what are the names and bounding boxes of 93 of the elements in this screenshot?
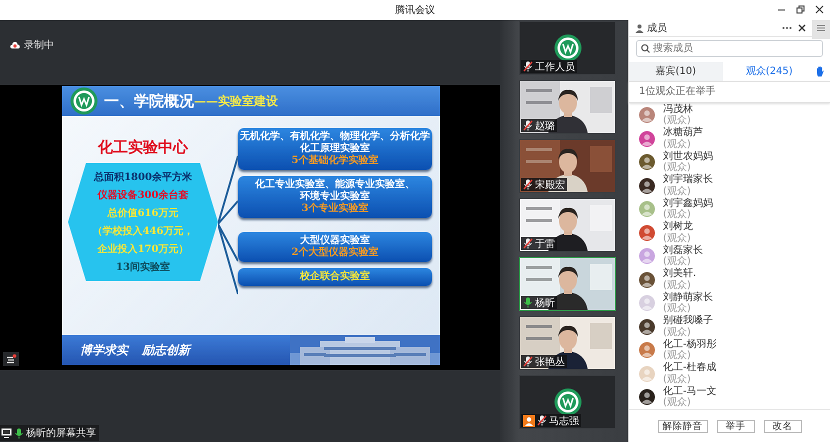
summary-line: 总面积1800余平方米 [94, 170, 192, 184]
summary-line: 企业投入170万元） [98, 242, 188, 256]
motto-text: 励志创新 [142, 342, 190, 358]
avatar [639, 318, 655, 335]
restore-icon [796, 5, 805, 14]
lab-line: 化工专业实验室、能源专业实验室、 [255, 179, 415, 190]
member-role: (观众) [663, 280, 692, 292]
panel-title: 成员 [647, 22, 667, 35]
participant-name: 工作人员 [535, 60, 575, 74]
avatar [639, 248, 655, 264]
avatar [639, 366, 655, 382]
member-name: 化工-马一文 [663, 386, 717, 397]
member-role: (观众) [663, 350, 692, 362]
cloud-recording-icon [10, 40, 20, 48]
member-role: (观众) [663, 374, 692, 386]
search-field[interactable]: 搜索成员 [636, 40, 823, 57]
lab-line: 2个大型仪器实验室 [292, 247, 378, 259]
avatar [639, 295, 655, 312]
hand-raise-notice: 1位观众正在举手 [629, 80, 830, 103]
member-name: 刘树龙 [663, 221, 693, 233]
member-name: 冯茂林 [663, 104, 693, 115]
more-icon[interactable] [782, 26, 792, 30]
member-role: (观众) [663, 397, 692, 409]
summary-line: 仪器设备300余台套 [98, 188, 188, 202]
slide-subtitle: ——实验室建设 [194, 92, 278, 110]
participant-name: 杨昕 [535, 296, 555, 310]
center-title: 化工实验中心 [98, 138, 188, 157]
participant-name: 张艳丛 [535, 356, 565, 368]
avatar [639, 389, 655, 406]
lab-line: 校企联合实验室 [300, 271, 370, 283]
member-role: (观众) [663, 186, 692, 198]
action-button[interactable]: 改名 [764, 420, 802, 433]
member-role: (观众) [663, 326, 692, 338]
motto-text: 博学求实 [80, 342, 128, 358]
screen-share-label: 杨昕的屏幕共享 [26, 426, 96, 440]
person-icon [635, 24, 644, 32]
school-logo-icon [70, 87, 98, 115]
close-icon [815, 5, 824, 14]
avatar [639, 178, 655, 194]
member-name: 刘静萌家长 [663, 292, 713, 303]
summary-line: 总价值616万元 [108, 206, 178, 220]
slide-title: 一、学院概况 [104, 92, 194, 110]
close-icon [798, 24, 806, 32]
member-role: (观众) [663, 138, 692, 150]
lab-line: 大型仪器实验室 [300, 235, 370, 246]
summary-line: （学校投入446万元， [92, 224, 194, 238]
avatar [639, 224, 655, 241]
member-role: (观众) [663, 232, 692, 244]
avatar [639, 272, 655, 288]
avatar [639, 201, 655, 218]
lab-line: 无机化学、有机化学、物理化学、分析化学 [240, 131, 430, 142]
member-name: 别碰我嗓子 [663, 315, 713, 327]
lab-line: 3个专业实验室 [302, 203, 368, 215]
action-button[interactable]: 解除静音 [658, 420, 708, 433]
member-role: (观众) [663, 115, 692, 126]
recording-label: 录制中 [24, 38, 54, 52]
avatar [639, 154, 655, 170]
mic-icon [14, 428, 24, 438]
member-name: 刘宇鑫妈妈 [663, 198, 713, 209]
participant-name: 宋殿宏 [535, 178, 565, 192]
member-name: 刘美轩. [663, 268, 696, 280]
summary-line: 13间实验室 [116, 260, 170, 274]
screen-share-icon [1, 428, 12, 438]
member-name: 刘宇瑞家长 [663, 174, 713, 186]
member-name: 冰糖葫芦 [663, 127, 703, 139]
member-role: (观众) [663, 256, 692, 268]
list-icon [5, 354, 17, 364]
participant-name: 马志强 [549, 414, 579, 428]
raised-hand-icon [816, 66, 824, 77]
layout-button[interactable] [3, 352, 19, 366]
restore-button[interactable] [796, 5, 805, 14]
lab-line: 化工原理实验室 [300, 143, 370, 154]
participant-name: 于雷 [535, 238, 555, 250]
window-title: 腾讯会议 [395, 4, 435, 17]
avatar [639, 107, 655, 124]
avatar [639, 130, 655, 147]
action-button[interactable]: 举手 [716, 420, 754, 433]
logo-icon [554, 388, 582, 416]
participant-name: 赵璐 [535, 120, 555, 132]
member-name: 化工-杨羽彤 [663, 338, 717, 350]
member-role: (观众) [663, 209, 692, 220]
member-role: (观众) [663, 162, 692, 174]
member-name: 化工-杜春成 [663, 362, 717, 374]
menu-icon [817, 25, 825, 31]
member-name: 刘世农妈妈 [663, 150, 713, 162]
close-button[interactable] [815, 5, 824, 14]
member-name: 刘磊家长 [663, 244, 703, 256]
member-role: (观众) [663, 303, 692, 314]
lab-line: 5个基础化学实验室 [292, 155, 378, 167]
logo-icon [554, 34, 582, 62]
lab-line: 环境专业实验室 [300, 191, 370, 202]
tab[interactable]: 嘉宾(10) [629, 62, 722, 81]
avatar [639, 342, 655, 358]
